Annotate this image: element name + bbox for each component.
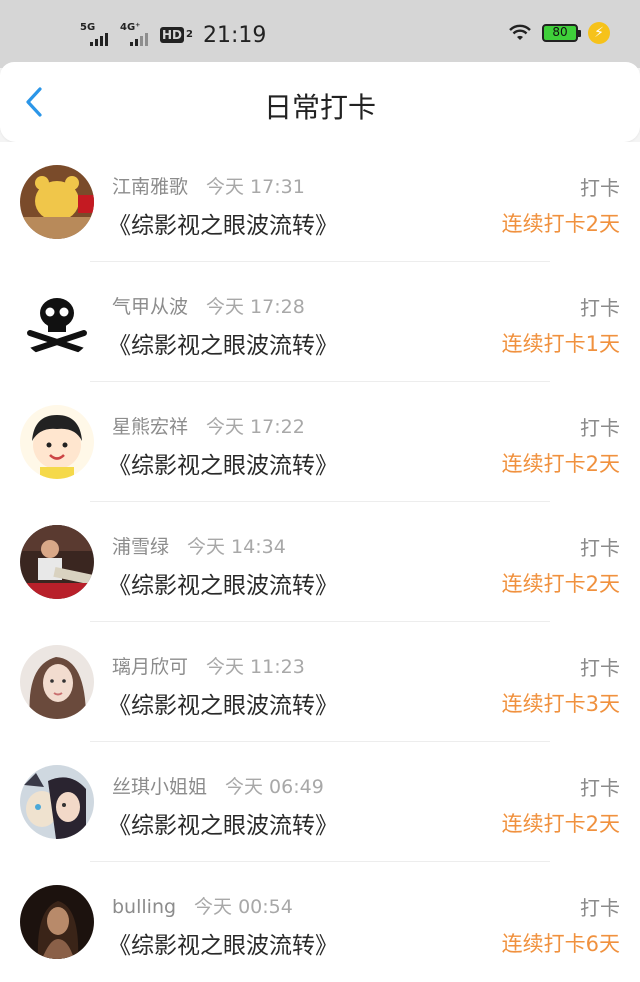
- streak-label: 连续打卡2天: [501, 572, 620, 596]
- avatar[interactable]: [20, 285, 94, 359]
- list-item[interactable]: bulling 今天 00:54 《综影视之眼波流转》 打卡 连续打卡6天: [0, 862, 640, 982]
- streak-label: 连续打卡2天: [501, 452, 620, 476]
- checkin-label: 打卡: [580, 296, 620, 320]
- avatar[interactable]: [20, 645, 94, 719]
- checkin-time: 今天 14:34: [187, 536, 286, 558]
- book-title: 《综影视之眼波流转》: [108, 933, 338, 959]
- wifi-icon: [509, 24, 531, 40]
- book-title: 《综影视之眼波流转》: [108, 573, 338, 599]
- list-item[interactable]: 浦雪绿 今天 14:34 《综影视之眼波流转》 打卡 连续打卡2天: [0, 502, 640, 622]
- avatar[interactable]: [20, 765, 94, 839]
- streak-label: 连续打卡2天: [501, 812, 620, 836]
- checkin-label: 打卡: [580, 656, 620, 680]
- list-item[interactable]: 气甲从波 今天 17:28 《综影视之眼波流转》 打卡 连续打卡1天: [0, 262, 640, 382]
- user-name: 星熊宏祥 今天 17:22: [112, 416, 305, 438]
- avatar[interactable]: [20, 165, 94, 239]
- checkin-time: 今天 00:54: [194, 896, 293, 918]
- clock: 21:19: [202, 22, 267, 48]
- book-title: 《综影视之眼波流转》: [108, 333, 338, 359]
- checkin-list: 江南雅歌 今天 17:31 《综影视之眼波流转》 打卡 连续打卡2天 气甲从波 今天…: [0, 142, 640, 982]
- nav-bar: 日常打卡: [0, 62, 640, 142]
- hd-voice-sub: 2: [186, 29, 193, 40]
- checkin-time: 今天 17:31: [206, 176, 305, 198]
- checkin-time: 今天 11:23: [206, 656, 305, 678]
- book-title: 《综影视之眼波流转》: [108, 453, 338, 479]
- avatar[interactable]: [20, 525, 94, 599]
- list-item[interactable]: 星熊宏祥 今天 17:22 《综影视之眼波流转》 打卡 连续打卡2天: [0, 382, 640, 502]
- checkin-time: 今天 17:28: [206, 296, 305, 318]
- network-type-label: 4G⁺: [120, 22, 141, 33]
- checkin-label: 打卡: [580, 896, 620, 920]
- list-item[interactable]: 江南雅歌 今天 17:31 《综影视之眼波流转》 打卡 连续打卡2天: [0, 142, 640, 262]
- user-name: 璃月欣可 今天 11:23: [112, 656, 305, 678]
- network-type-label: 5G: [80, 22, 96, 33]
- signal-icon: 4G⁺: [120, 22, 154, 48]
- user-name: 气甲从波 今天 17:28: [112, 296, 305, 318]
- streak-label: 连续打卡1天: [501, 332, 620, 356]
- user-name: 丝琪小姐姐 今天 06:49: [112, 776, 324, 798]
- avatar[interactable]: [20, 885, 94, 959]
- user-name: bulling 今天 00:54: [112, 896, 293, 918]
- book-title: 《综影视之眼波流转》: [108, 693, 338, 719]
- book-title: 《综影视之眼波流转》: [108, 213, 338, 239]
- status-bar-right: 80 ⚡: [508, 22, 610, 44]
- page-title: 日常打卡: [263, 91, 376, 124]
- checkin-label: 打卡: [580, 176, 620, 200]
- battery-level: 80: [552, 25, 568, 39]
- charging-icon: ⚡: [588, 22, 610, 44]
- list-item[interactable]: 丝琪小姐姐 今天 06:49 《综影视之眼波流转》 打卡 连续打卡2天: [0, 742, 640, 862]
- checkin-time: 今天 06:49: [225, 776, 324, 798]
- checkin-label: 打卡: [580, 536, 620, 560]
- avatar[interactable]: [20, 405, 94, 479]
- streak-label: 连续打卡3天: [501, 692, 620, 716]
- status-bar-left: 5G 4G⁺ HD 2 21:19: [80, 20, 266, 50]
- status-bar: 5G 4G⁺ HD 2 21:19 80 ⚡: [0, 0, 640, 68]
- hd-voice-icon: HD: [160, 27, 185, 43]
- list-item[interactable]: 璃月欣可 今天 11:23 《综影视之眼波流转》 打卡 连续打卡3天: [0, 622, 640, 742]
- book-title: 《综影视之眼波流转》: [108, 813, 338, 839]
- user-name: 江南雅歌 今天 17:31: [112, 176, 305, 198]
- signal-icon: 5G: [80, 22, 114, 48]
- checkin-label: 打卡: [580, 776, 620, 800]
- streak-label: 连续打卡2天: [501, 212, 620, 236]
- checkin-time: 今天 17:22: [206, 416, 305, 438]
- streak-label: 连续打卡6天: [501, 932, 620, 956]
- battery-icon: 80: [542, 24, 581, 42]
- checkin-label: 打卡: [580, 416, 620, 440]
- user-name: 浦雪绿 今天 14:34: [112, 536, 286, 558]
